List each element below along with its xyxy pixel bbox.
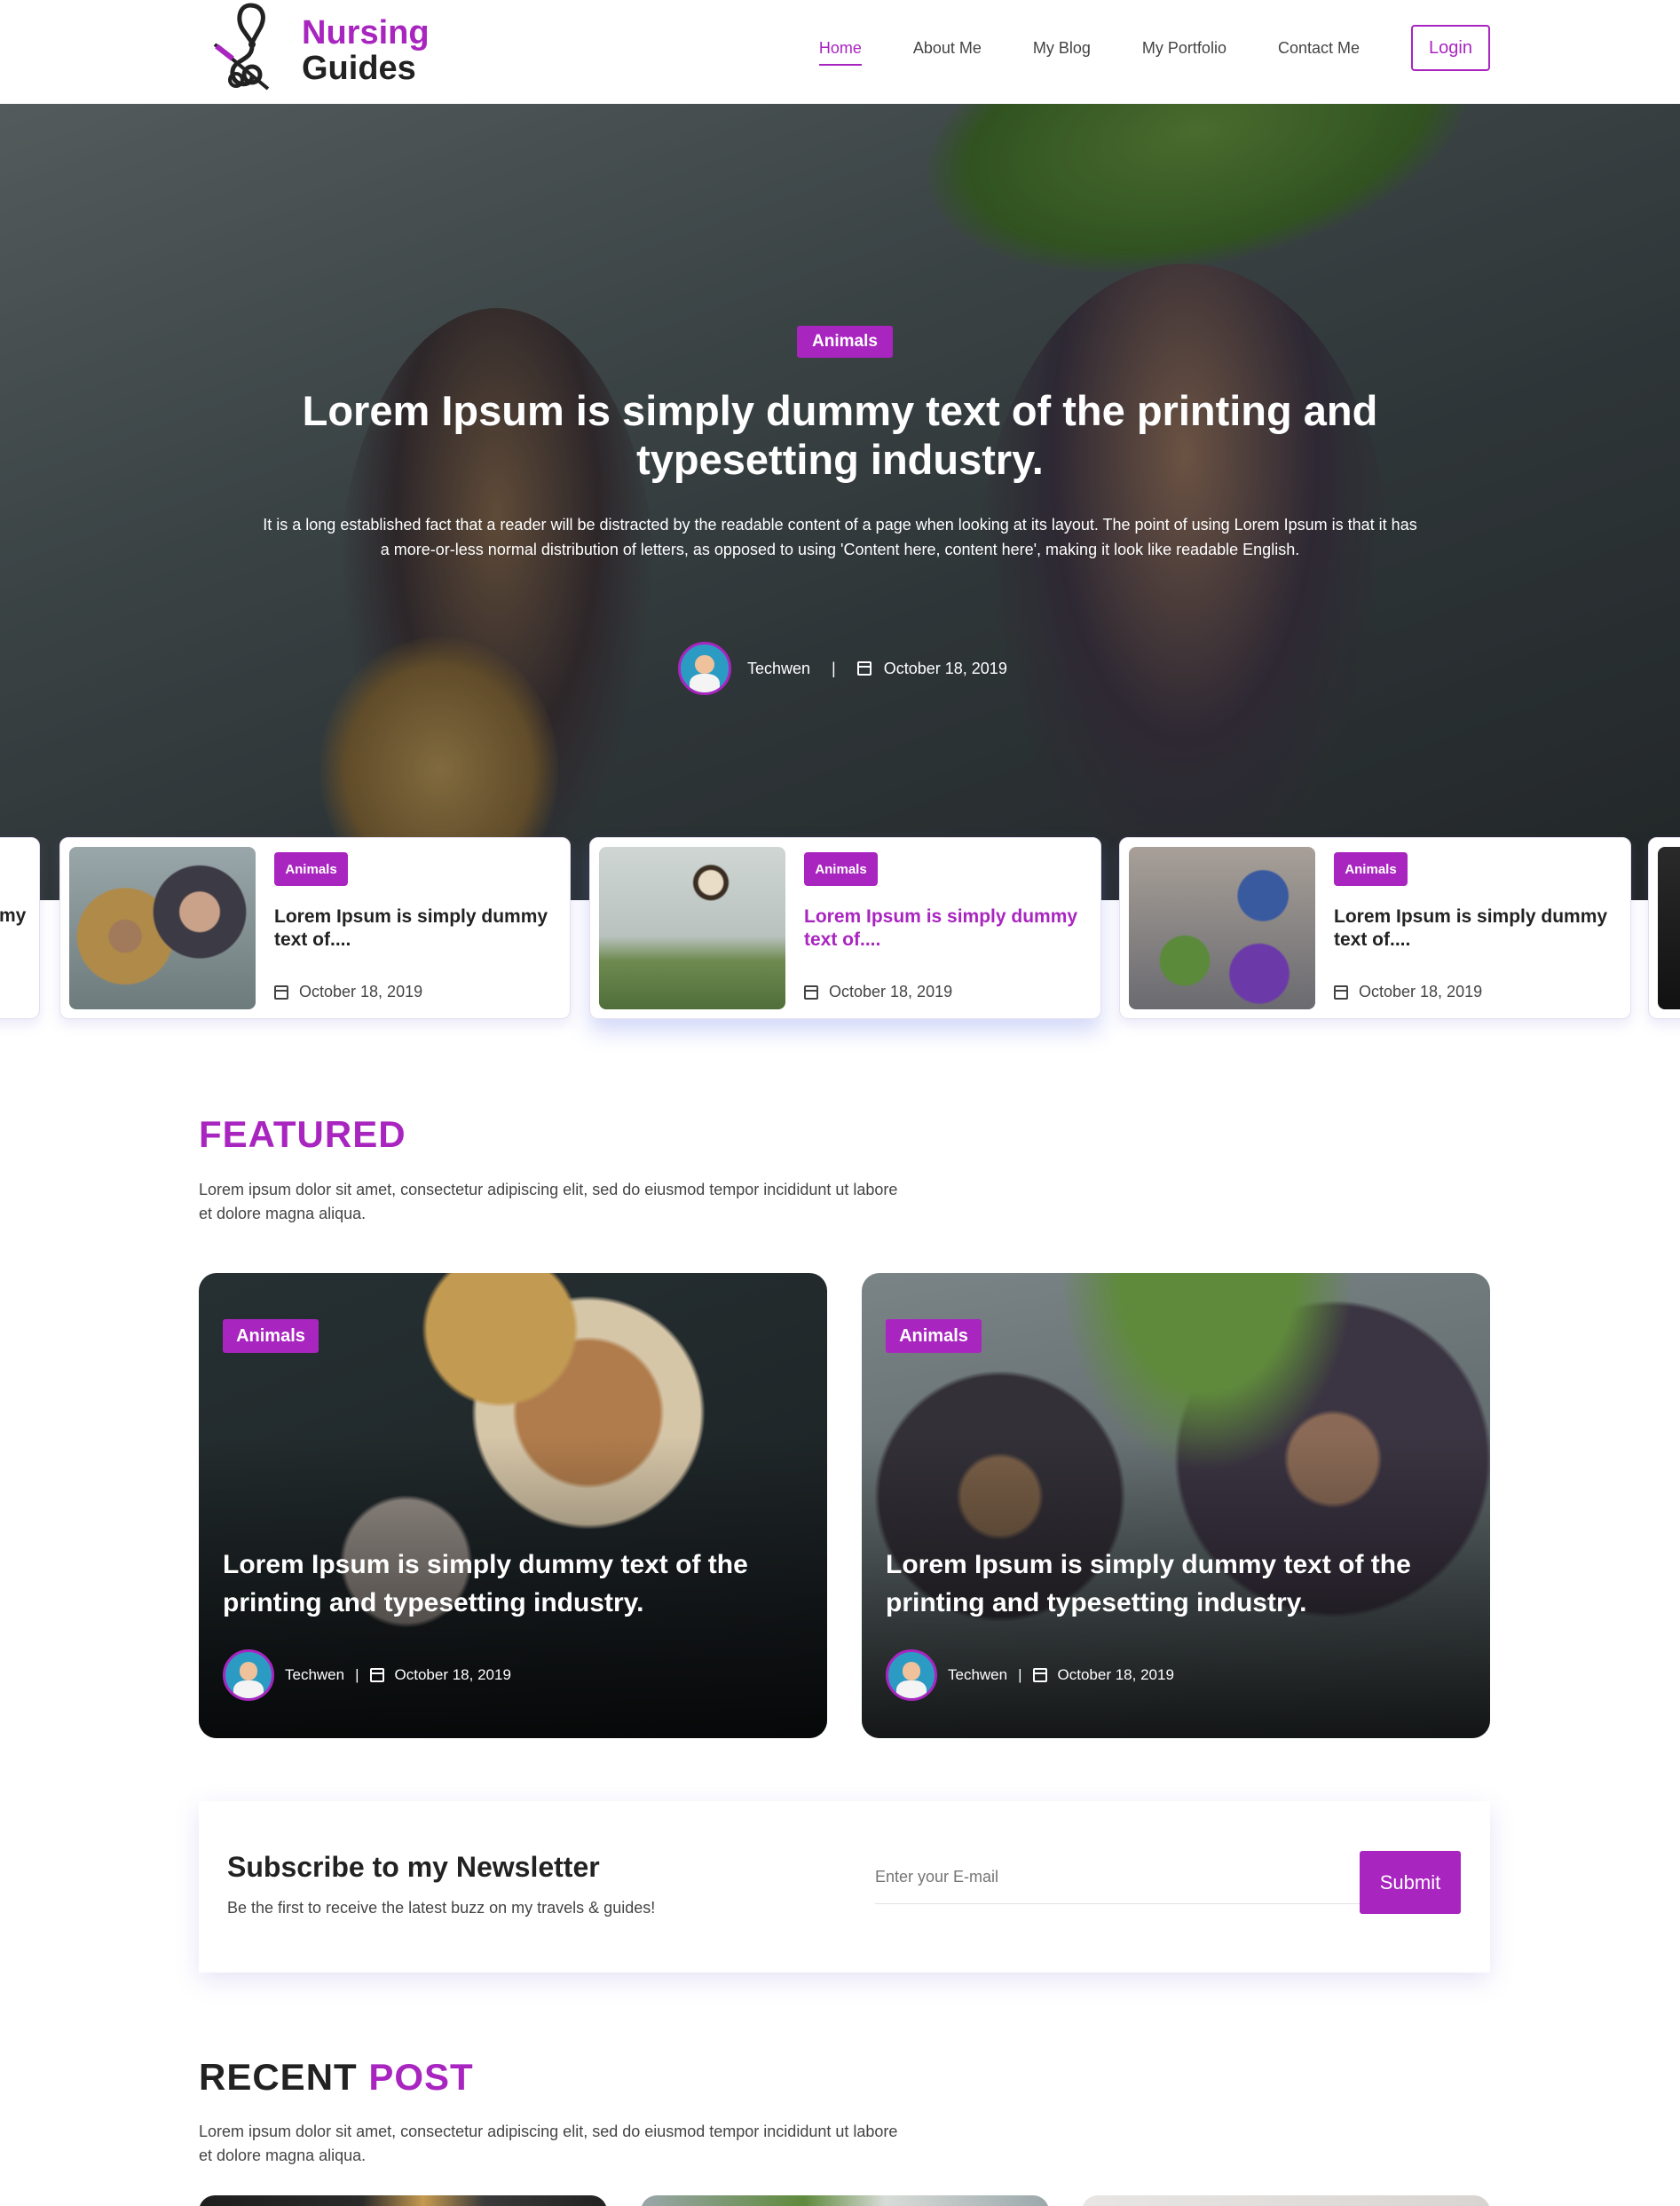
- recent-title-part2: POST: [368, 2056, 474, 2098]
- calendar-icon: [369, 1668, 384, 1682]
- author-name[interactable]: Techwen: [747, 660, 810, 678]
- slider-card-title[interactable]: Lorem Ipsum is simply dummy text of....: [1334, 905, 1627, 952]
- post-date: October 18, 2019: [1057, 1666, 1174, 1683]
- calendar-icon: [1032, 1668, 1047, 1682]
- calendar-icon: [274, 984, 288, 1000]
- slider-card-partial-text: my: [0, 905, 27, 926]
- slider-card-thumbnail: [1129, 847, 1315, 1009]
- featured-card-tag[interactable]: Animals: [223, 1319, 319, 1353]
- stethoscope-logo-icon: [213, 3, 270, 91]
- meta-separator: |: [1018, 1666, 1022, 1683]
- nav-my-portfolio[interactable]: My Portfolio: [1142, 40, 1226, 56]
- newsletter-title: Subscribe to my Newsletter: [227, 1851, 600, 1883]
- slider-card-thumbnail: [599, 847, 785, 1009]
- nav-home[interactable]: Home: [818, 40, 862, 66]
- slider-card-partial-thumbnail: [1658, 847, 1680, 1009]
- slider-card-date: October 18, 2019: [1359, 983, 1483, 1000]
- slider-card-title[interactable]: Lorem Ipsum is simply dummy text of....: [804, 905, 1097, 952]
- hero-meta: Techwen | October 18, 2019: [678, 642, 1007, 695]
- featured-card[interactable]: Animals Lorem Ipsum is simply dummy text…: [862, 1273, 1490, 1738]
- featured-description: Lorem ipsum dolor sit amet, consectetur …: [199, 1181, 898, 1222]
- post-slider: my Animals Lorem Ipsum is simply dummy t…: [0, 837, 1680, 1019]
- featured-card[interactable]: Animals Lorem Ipsum is simply dummy text…: [199, 1273, 827, 1738]
- slider-card-date: October 18, 2019: [299, 983, 423, 1000]
- newsletter-box: Subscribe to my Newsletter Be the first …: [199, 1801, 1490, 1973]
- slider-card-tag[interactable]: Animals: [1334, 852, 1408, 886]
- featured-card-meta: Techwen | October 18, 2019: [223, 1649, 511, 1701]
- slider-card[interactable]: Animals Lorem Ipsum is simply dummy text…: [1119, 837, 1631, 1019]
- nav-about-me[interactable]: About Me: [913, 40, 982, 56]
- email-input[interactable]: [875, 1851, 1372, 1904]
- site-logo[interactable]: Nursing Guides: [197, 0, 446, 98]
- logo-wordmark: Nursing Guides: [302, 16, 430, 85]
- slider-card[interactable]: Animals Lorem Ipsum is simply dummy text…: [59, 837, 571, 1019]
- calendar-icon: [1334, 984, 1348, 1000]
- slider-card-partial-left[interactable]: my: [0, 837, 40, 1019]
- author-avatar[interactable]: [678, 642, 731, 695]
- recent-post-title: RECENT POST: [199, 2056, 474, 2099]
- hero-banner: Animals Lorem Ipsum is simply dummy text…: [0, 104, 1680, 900]
- slider-card-tag[interactable]: Animals: [804, 852, 878, 886]
- newsletter-subtitle: Be the first to receive the latest buzz …: [227, 1899, 656, 1917]
- slider-card-date: October 18, 2019: [829, 983, 953, 1000]
- author-name[interactable]: Techwen: [285, 1666, 344, 1684]
- login-button[interactable]: Login: [1411, 25, 1490, 71]
- author-name[interactable]: Techwen: [948, 1666, 1007, 1684]
- featured-card-meta: Techwen | October 18, 2019: [886, 1649, 1174, 1701]
- recent-post-card[interactable]: [199, 2195, 607, 2206]
- hero-category-badge[interactable]: Animals: [797, 326, 893, 358]
- slider-card-thumbnail: [69, 847, 256, 1009]
- hero-title[interactable]: Lorem Ipsum is simply dummy text of the …: [248, 386, 1432, 484]
- slider-card-title[interactable]: Lorem Ipsum is simply dummy text of....: [274, 905, 567, 952]
- main-nav: Home About Me My Blog My Portfolio Conta…: [818, 25, 1490, 71]
- recent-post-card[interactable]: [1082, 2195, 1490, 2206]
- slider-card-partial-right[interactable]: [1648, 837, 1680, 1019]
- meta-separator: |: [832, 659, 836, 677]
- logo-line-2: Guides: [302, 50, 416, 87]
- calendar-icon: [804, 984, 818, 1000]
- nav-contact-me[interactable]: Contact Me: [1278, 40, 1360, 56]
- slider-card[interactable]: Animals Lorem Ipsum is simply dummy text…: [589, 837, 1101, 1019]
- meta-separator: |: [355, 1666, 359, 1683]
- slider-card-date-row: October 18, 2019: [804, 983, 952, 1001]
- slider-card-date-row: October 18, 2019: [274, 983, 422, 1001]
- post-date: October 18, 2019: [883, 659, 1007, 677]
- calendar-icon: [856, 661, 872, 676]
- hero-description: It is a long established fact that a rea…: [263, 516, 1417, 558]
- recent-post-card[interactable]: [641, 2195, 1049, 2206]
- slider-card-date-row: October 18, 2019: [1334, 983, 1482, 1001]
- nav-my-blog[interactable]: My Blog: [1033, 40, 1091, 56]
- recent-title-part1: RECENT: [199, 2056, 358, 2098]
- featured-card-title[interactable]: Lorem Ipsum is simply dummy text of the …: [223, 1546, 791, 1622]
- site-header: Nursing Guides Home About Me My Blog My …: [0, 0, 1680, 104]
- featured-title: FEATURED: [199, 1113, 406, 1155]
- hero-overlay: [0, 104, 1680, 900]
- featured-card-title[interactable]: Lorem Ipsum is simply dummy text of the …: [886, 1546, 1454, 1622]
- slider-card-tag[interactable]: Animals: [274, 852, 348, 886]
- post-date: October 18, 2019: [394, 1666, 511, 1683]
- author-avatar[interactable]: [223, 1649, 274, 1701]
- author-avatar[interactable]: [886, 1649, 937, 1701]
- logo-line-1: Nursing: [302, 14, 430, 51]
- featured-card-tag[interactable]: Animals: [886, 1319, 982, 1353]
- submit-button[interactable]: Submit: [1360, 1851, 1461, 1914]
- recent-post-description: Lorem ipsum dolor sit amet, consectetur …: [199, 2123, 898, 2164]
